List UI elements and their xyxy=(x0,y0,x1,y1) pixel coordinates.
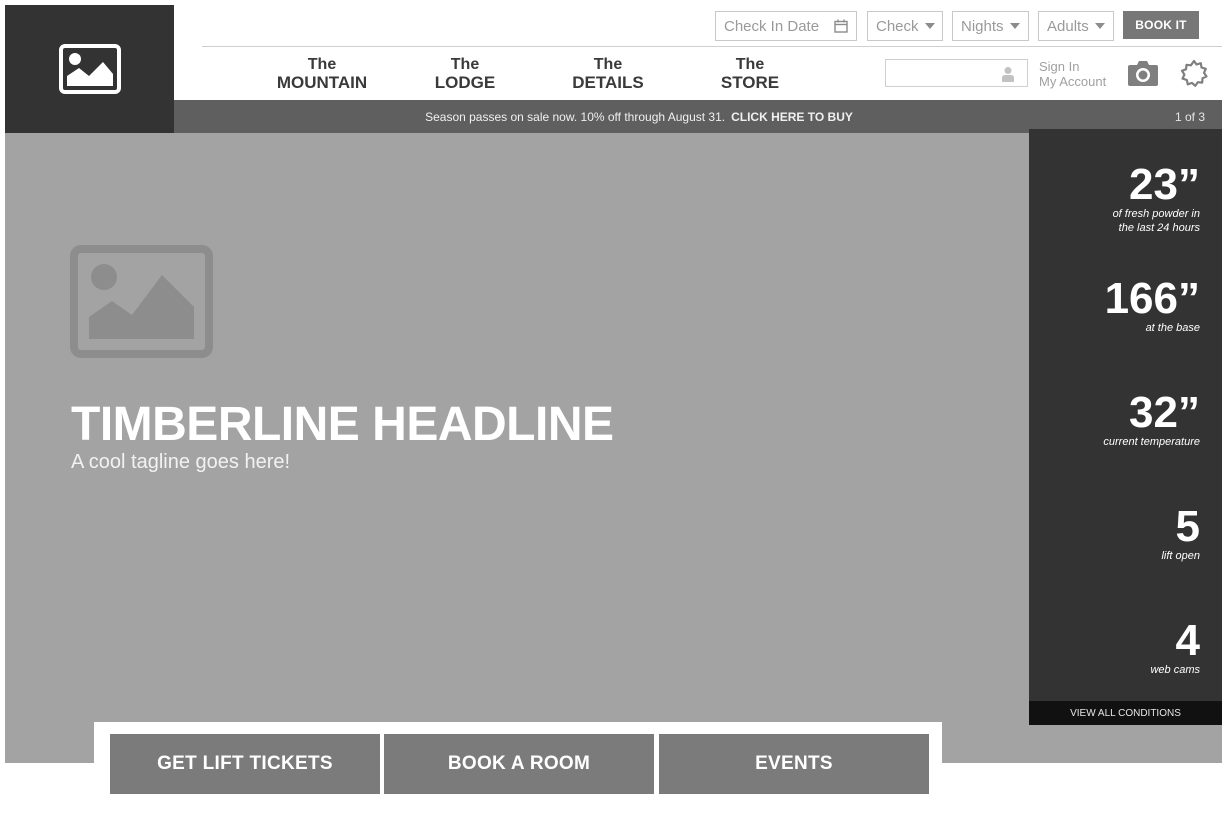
stat-value: 32” xyxy=(1129,388,1200,437)
get-lift-tickets-button[interactable]: GET LIFT TICKETS xyxy=(110,734,380,794)
events-button[interactable]: EVENTS xyxy=(659,734,929,794)
nav-item-label: DETAILS xyxy=(572,73,644,92)
stat-value: 4 xyxy=(1175,616,1200,665)
account-links: Sign In My Account xyxy=(1039,59,1106,89)
adults-label: Adults xyxy=(1047,17,1089,35)
stat-value: 166” xyxy=(1104,274,1200,323)
stat-base-depth: 166” at the base xyxy=(1105,277,1200,335)
nav-item-prefix: The xyxy=(307,56,337,73)
sign-in-link[interactable]: Sign In xyxy=(1039,59,1106,74)
stat-label: current temperature xyxy=(1103,436,1200,448)
nav-item-label: MOUNTAIN xyxy=(276,73,368,92)
stat-label: the last 24 hours xyxy=(1118,222,1200,234)
hero-tagline: A cool tagline goes here! xyxy=(71,451,291,473)
gear-icon[interactable] xyxy=(1179,58,1209,88)
hero-headline: TIMBERLINE HEADLINE xyxy=(71,398,614,451)
nav-item-mountain[interactable]: The MOUNTAIN xyxy=(276,56,368,92)
book-it-button[interactable]: BOOK IT xyxy=(1123,11,1199,39)
chevron-down-icon xyxy=(924,23,935,29)
stat-web-cams[interactable]: 4 web cams xyxy=(1150,619,1200,677)
stat-value: 23” xyxy=(1129,160,1200,209)
header-divider xyxy=(202,46,1222,47)
stat-label: lift open xyxy=(1161,550,1200,562)
book-a-room-button[interactable]: BOOK A ROOM xyxy=(384,734,654,794)
nav-item-prefix: The xyxy=(735,56,765,73)
stat-label: web cams xyxy=(1150,664,1200,676)
stat-temperature: 32” current temperature xyxy=(1103,391,1200,449)
nav-item-label: STORE xyxy=(720,73,780,92)
stat-label: at the base xyxy=(1145,322,1200,334)
promo-message: Season passes on sale now. 10% off throu… xyxy=(174,110,994,124)
conditions-panel: 23” of fresh powder in the last 24 hours… xyxy=(1029,129,1222,725)
nav-item-details[interactable]: The DETAILS xyxy=(568,56,648,92)
stat-label: of fresh powder in xyxy=(1112,208,1200,220)
view-all-conditions-button[interactable]: VIEW ALL CONDITIONS xyxy=(1029,701,1222,725)
user-icon xyxy=(1002,67,1014,82)
calendar-icon xyxy=(834,19,848,33)
chevron-down-icon xyxy=(1010,23,1020,29)
my-account-link[interactable]: My Account xyxy=(1039,74,1106,89)
check-in-date-field[interactable]: Check In Date xyxy=(715,11,857,41)
stat-fresh-powder: 23” of fresh powder in the last 24 hours xyxy=(1113,163,1200,235)
stat-lifts-open: 5 lift open xyxy=(1161,505,1200,563)
cta-bar: GET LIFT TICKETS BOOK A ROOM EVENTS xyxy=(94,722,942,808)
booking-bar: Check In Date Check Nights Adults BOOK I… xyxy=(0,11,1227,41)
nights-select[interactable]: Nights xyxy=(952,11,1029,41)
check-in-label: Check In Date xyxy=(724,17,820,35)
nav-item-prefix: The xyxy=(450,56,480,73)
image-placeholder-icon xyxy=(70,245,213,358)
nights-label: Nights xyxy=(961,17,1004,35)
nav-item-prefix: The xyxy=(593,56,623,73)
check-out-label: Check xyxy=(876,17,919,35)
nav-item-label: LODGE xyxy=(434,73,496,92)
chevron-down-icon xyxy=(1095,23,1105,29)
nav-item-lodge[interactable]: The LODGE xyxy=(430,56,500,92)
login-input[interactable] xyxy=(885,59,1028,87)
nav-item-store[interactable]: The STORE xyxy=(716,56,784,92)
stat-value: 5 xyxy=(1175,502,1200,551)
check-out-select[interactable]: Check xyxy=(867,11,943,41)
promo-pager[interactable]: 1 of 3 xyxy=(1175,110,1205,124)
image-placeholder-icon xyxy=(58,44,121,94)
promo-cta-link[interactable]: CLICK HERE TO BUY xyxy=(731,110,853,124)
promo-text: Season passes on sale now. 10% off throu… xyxy=(425,110,726,124)
adults-select[interactable]: Adults xyxy=(1038,11,1114,41)
camera-icon[interactable] xyxy=(1127,59,1159,87)
